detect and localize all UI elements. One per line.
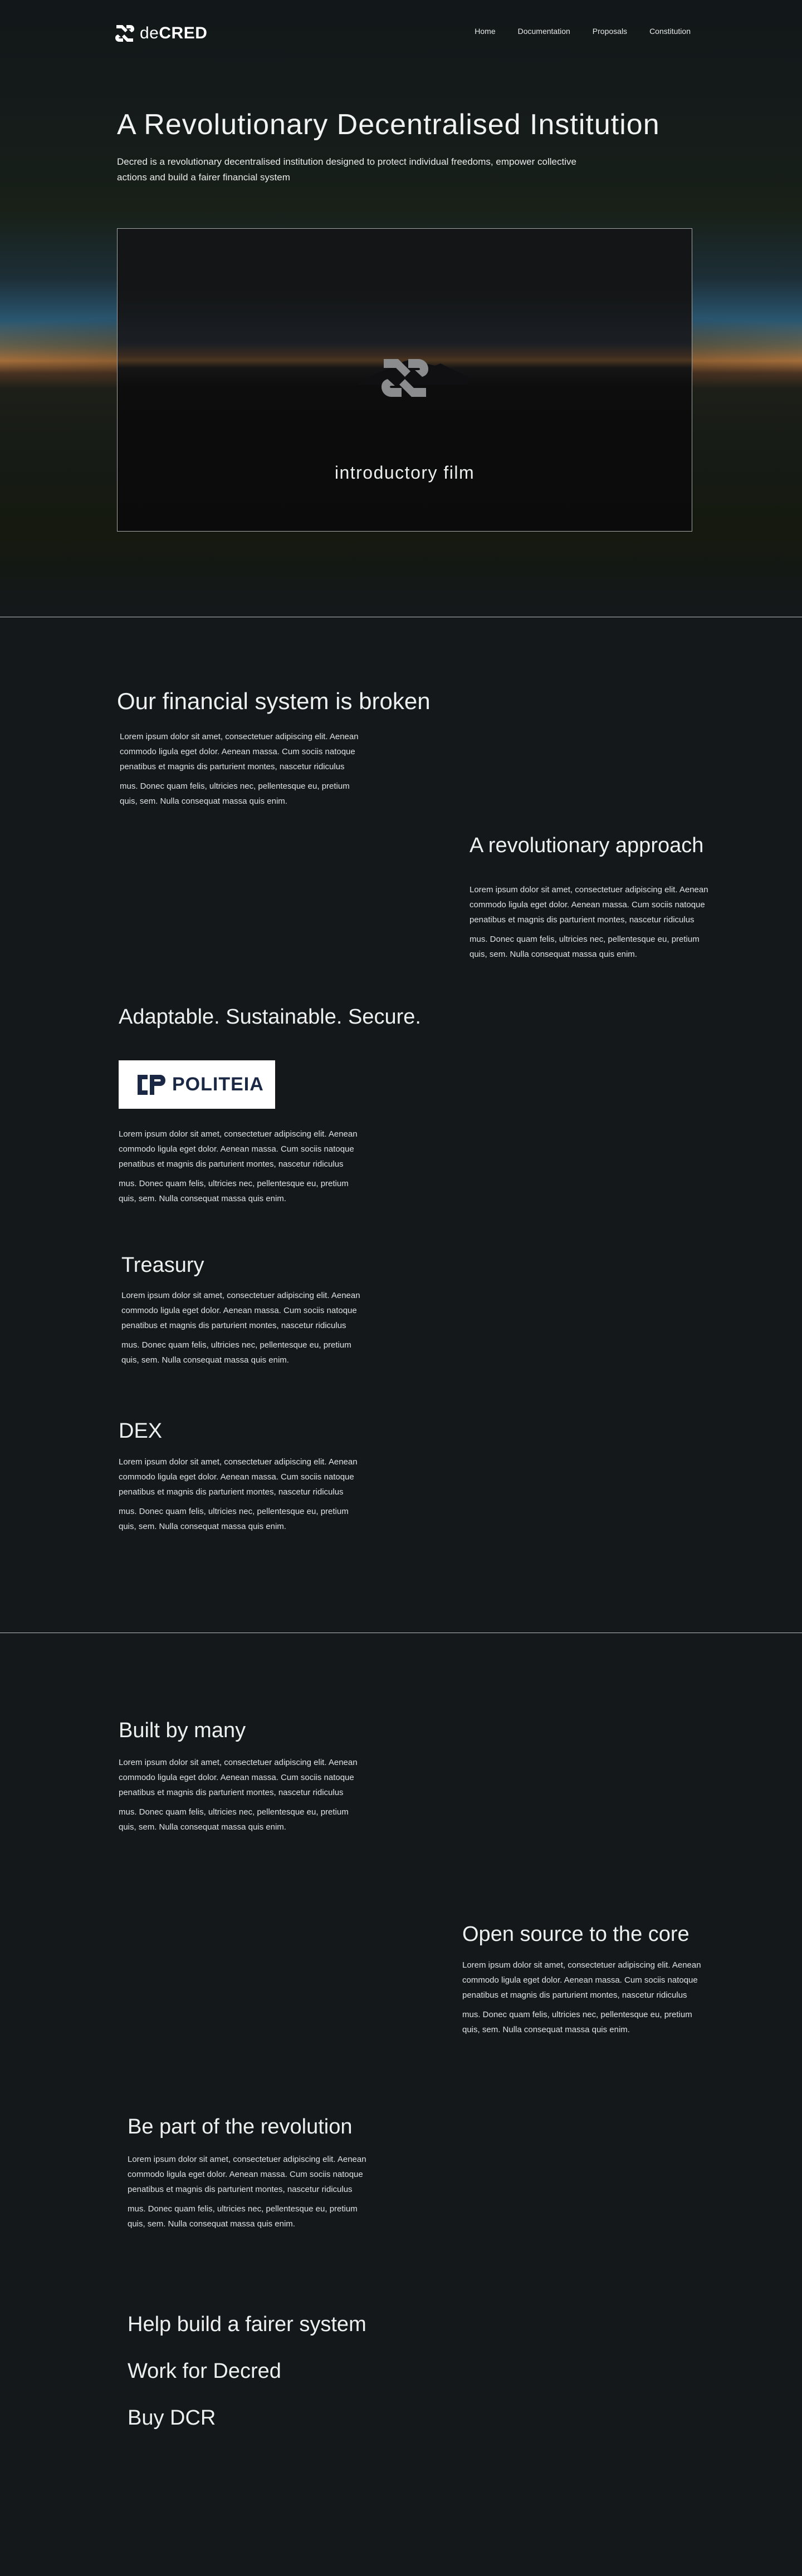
paragraph: Lorem ipsum dolor sit amet, consectetuer… [470, 885, 708, 925]
politeia-mark-icon [138, 1074, 165, 1095]
cta-work-for-decred[interactable]: Work for Decred [128, 2359, 281, 2383]
section-title-broken: Our financial system is broken [117, 688, 431, 714]
paragraph: Lorem ipsum dolor sit amet, consectetuer… [128, 2155, 366, 2194]
text-block-approach: Lorem ipsum dolor sit amet, consectetuer… [470, 882, 715, 962]
logo-wordmark: deCRED [140, 24, 208, 42]
paragraph: Lorem ipsum dolor sit amet, consectetuer… [120, 732, 359, 771]
hero-title: A Revolutionary Decentralised Institutio… [117, 109, 660, 141]
text-block-built: Lorem ipsum dolor sit amet, consectetuer… [119, 1755, 364, 1835]
text-block-dex: Lorem ipsum dolor sit amet, consectetuer… [119, 1454, 364, 1534]
nav-proposals[interactable]: Proposals [593, 27, 627, 36]
section-title-dex: DEX [119, 1419, 163, 1443]
text-block-broken: Lorem ipsum dolor sit amet, consectetuer… [120, 729, 365, 809]
intro-video-player[interactable]: introductory film [117, 228, 692, 532]
nav-documentation[interactable]: Documentation [518, 27, 570, 36]
decred-play-logo-icon [382, 359, 428, 397]
paragraph: mus. Donec quam felis, ultricies nec, pe… [119, 1179, 349, 1203]
section-title-opensource: Open source to the core [462, 1923, 689, 1946]
nav-home[interactable]: Home [475, 27, 495, 36]
section-title-adaptable: Adaptable. Sustainable. Secure. [119, 1005, 421, 1029]
politeia-logo[interactable]: POLITEIA [119, 1060, 275, 1109]
paragraph: Lorem ipsum dolor sit amet, consectetuer… [462, 1960, 701, 2000]
paragraph: mus. Donec quam felis, ultricies nec, pe… [128, 2204, 358, 2229]
paragraph: mus. Donec quam felis, ultricies nec, pe… [120, 781, 350, 806]
paragraph: mus. Donec quam felis, ultricies nec, pe… [119, 1807, 349, 1832]
decred-logo-icon [115, 25, 134, 42]
text-block-opensource: Lorem ipsum dolor sit amet, consectetuer… [462, 1958, 707, 2037]
paragraph: Lorem ipsum dolor sit amet, consectetuer… [121, 1291, 360, 1330]
section-title-revolution: Be part of the revolution [128, 2115, 353, 2139]
politeia-wordmark: POLITEIA [172, 1074, 264, 1095]
hero-subtitle: Decred is a revolutionary decentralised … [117, 156, 576, 183]
paragraph: Lorem ipsum dolor sit amet, consectetuer… [119, 1457, 358, 1497]
section-title-approach: A revolutionary approach [470, 834, 704, 857]
text-block-adaptable: Lorem ipsum dolor sit amet, consectetuer… [119, 1127, 364, 1206]
text-block-revolution: Lorem ipsum dolor sit amet, consectetuer… [128, 2152, 373, 2231]
cta-buy-dcr[interactable]: Buy DCR [128, 2406, 216, 2430]
nav-constitution[interactable]: Constitution [649, 27, 691, 36]
main-nav: Home Documentation Proposals Constitutio… [475, 27, 691, 36]
site-logo[interactable]: deCRED [114, 22, 207, 45]
text-block-treasury: Lorem ipsum dolor sit amet, consectetuer… [121, 1288, 366, 1368]
paragraph: Lorem ipsum dolor sit amet, consectetuer… [119, 1758, 358, 1797]
hero-section: deCRED Home Documentation Proposals Cons… [0, 0, 802, 617]
video-label: introductory film [334, 463, 475, 483]
section-title-built: Built by many [119, 1719, 246, 1742]
paragraph: mus. Donec quam felis, ultricies nec, pe… [121, 1340, 351, 1365]
paragraph: mus. Donec quam felis, ultricies nec, pe… [462, 2010, 692, 2034]
section-title-treasury: Treasury [121, 1253, 204, 1277]
paragraph: mus. Donec quam felis, ultricies nec, pe… [119, 1507, 349, 1531]
paragraph: mus. Donec quam felis, ultricies nec, pe… [470, 935, 700, 959]
cta-help-build[interactable]: Help build a fairer system [128, 2313, 366, 2337]
paragraph: Lorem ipsum dolor sit amet, consectetuer… [119, 1129, 358, 1169]
